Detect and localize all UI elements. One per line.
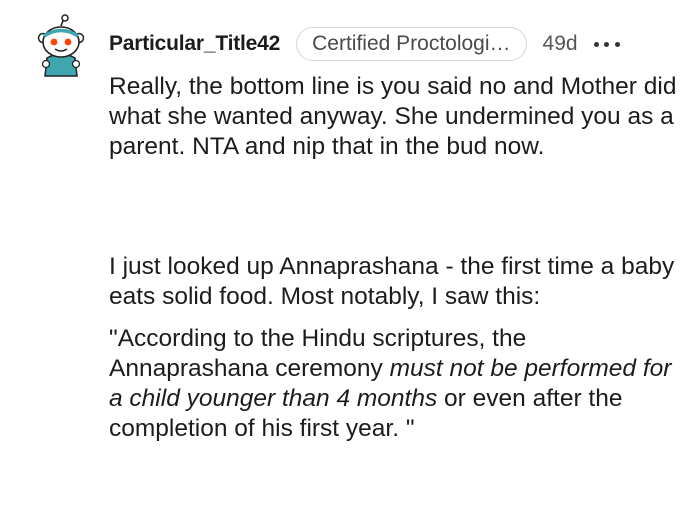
user-avatar[interactable] xyxy=(33,14,89,78)
more-options-icon xyxy=(593,41,599,47)
comment-paragraph: I just looked up Annaprashana - the firs… xyxy=(109,253,675,310)
comment-paragraph: Really, the bottom line is you said no a… xyxy=(109,73,677,160)
snoo-avatar-icon xyxy=(37,14,85,77)
comment-header: Particular_Title42 Certified Proctologi…… xyxy=(109,26,620,62)
comment-quote-paragraph: "According to the Hindu scriptures, the … xyxy=(109,324,684,444)
more-options-icon-dot xyxy=(604,41,610,47)
comment-timestamp[interactable]: 49d xyxy=(543,32,578,56)
comment: Particular_Title42 Certified Proctologi…… xyxy=(0,0,700,532)
user-flair: Certified Proctologi… xyxy=(296,27,527,61)
comment-body: Really, the bottom line is you said no a… xyxy=(109,72,684,444)
username-link[interactable]: Particular_Title42 xyxy=(109,32,280,56)
more-options-button[interactable] xyxy=(593,34,620,54)
more-options-icon-dot xyxy=(614,41,620,47)
